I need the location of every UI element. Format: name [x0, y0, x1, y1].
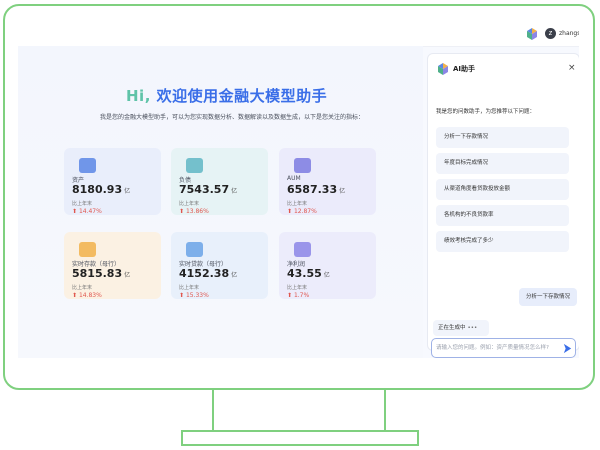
metric-compare-label: 比上年末 [287, 285, 308, 291]
metric-change-value: 1.7% [293, 292, 310, 299]
metric-unit: 亿 [323, 272, 330, 279]
ai-assistant-panel: AI助手 × 我是您的问数助手，为您推荐以下问题： 分析一下存款情况 年度目标完成… [427, 53, 579, 351]
metric-unit: 亿 [231, 188, 238, 195]
loading-dots-icon: ••• [467, 325, 478, 331]
metric-compare-label: 比上年末 [179, 285, 200, 291]
generating-status: 正在生成中 ••• [433, 320, 489, 336]
page-subtitle: 我是您的金融大模型助手，可以为您实现数据分析、数据解读以及数据生成，以下是您关注… [100, 114, 365, 121]
metric-compare-label: 比上年末 [72, 201, 93, 207]
chat-header: AI助手 × [428, 54, 579, 82]
metric-unit: 亿 [231, 272, 238, 279]
metric-compare-label: 比上年末 [287, 201, 308, 207]
suggested-question[interactable]: 分析一下存款情况 [436, 127, 569, 148]
greeting-hi: Hi, [126, 87, 151, 105]
user-avatar[interactable]: z [545, 28, 556, 39]
chat-intro: 我是您的问数助手，为您推荐以下问题： [436, 109, 536, 115]
metric-card[interactable]: 负债 7543.57 亿比上年末 ⬆ 13.86% [171, 148, 268, 215]
metric-change-value: 14.47% [78, 208, 102, 215]
metric-value: 8180.93 亿 [72, 183, 130, 196]
metric-unit: 亿 [124, 272, 131, 279]
metric-value: 5815.83 亿 [72, 267, 130, 280]
metric-number: 8180.93 [72, 183, 123, 196]
metric-change: ⬆ 13.86% [179, 208, 209, 215]
app-screen: z zhangsan Hi, 欢迎使用金融大模型助手 我是您的金融大模型助手，可… [18, 20, 579, 358]
metric-change-value: 15.33% [185, 292, 209, 299]
metric-change-value: 14.83% [78, 292, 102, 299]
suggested-question[interactable]: 年度目标完成情况 [436, 153, 569, 174]
metric-number: 5815.83 [72, 267, 123, 280]
shield-icon [294, 158, 311, 173]
chat-title: AI助手 [453, 65, 476, 73]
metric-number: 43.55 [287, 267, 322, 280]
send-icon[interactable] [562, 343, 573, 354]
metric-change: ⬆ 14.47% [72, 208, 102, 215]
metric-card[interactable]: AUM 6587.33 亿比上年末 ⬆ 12.87% [279, 148, 376, 215]
up-arrow-icon: ⬆ [179, 292, 186, 299]
generating-label: 正在生成中 [438, 325, 466, 331]
lock-icon [294, 242, 311, 257]
metric-compare-label: 比上年末 [179, 201, 200, 207]
wallet-icon [79, 158, 96, 173]
metric-card[interactable]: 实时存款（母行） 5815.83 亿比上年末 ⬆ 14.83% [64, 232, 161, 299]
up-arrow-icon: ⬆ [287, 292, 294, 299]
assistant-logo-icon [438, 63, 448, 75]
metric-change: ⬆ 1.7% [287, 292, 309, 299]
metric-change: ⬆ 15.33% [179, 292, 209, 299]
up-arrow-icon: ⬆ [179, 208, 186, 215]
user-message-bubble: 分析一下存款情况 [519, 288, 577, 306]
username-label[interactable]: zhangsan [559, 28, 579, 39]
metric-unit: 亿 [339, 188, 346, 195]
monitor-frame: z zhangsan Hi, 欢迎使用金融大模型助手 我是您的金融大模型助手，可… [3, 4, 595, 390]
metric-change-value: 12.87% [293, 208, 317, 215]
metric-value: 7543.57 亿 [179, 183, 237, 196]
suggested-question[interactable]: 各机构的不良贷款率 [436, 205, 569, 226]
monitor-stand-base [181, 430, 419, 446]
metric-value: 6587.33 亿 [287, 183, 345, 196]
metric-number: 6587.33 [287, 183, 338, 196]
metric-change: ⬆ 12.87% [287, 208, 317, 215]
bar-chart-icon [186, 242, 203, 257]
up-arrow-icon: ⬆ [72, 292, 79, 299]
up-arrow-icon: ⬆ [72, 208, 79, 215]
metric-number: 7543.57 [179, 183, 230, 196]
metric-change: ⬆ 14.83% [72, 292, 102, 299]
suggested-question[interactable]: 从渠道角度看贷款投放金额 [436, 179, 569, 200]
metric-value: 43.55 亿 [287, 267, 330, 280]
monitor-stand-neck [212, 389, 386, 432]
metric-name: AUM [287, 175, 301, 182]
metric-card[interactable]: 净利润 43.55 亿比上年末 ⬆ 1.7% [279, 232, 376, 299]
top-bar: z zhangsan [18, 20, 579, 47]
chat-input-box [431, 338, 576, 358]
page-title: Hi, 欢迎使用金融大模型助手 [126, 85, 327, 106]
up-arrow-icon: ⬆ [287, 208, 294, 215]
greeting-text: 欢迎使用金融大模型助手 [150, 87, 328, 105]
metric-value: 4152.38 亿 [179, 267, 237, 280]
metric-unit: 亿 [124, 188, 131, 195]
metric-card[interactable]: 实时贷款（母行） 4152.38 亿比上年末 ⬆ 15.33% [171, 232, 268, 299]
metric-compare-label: 比上年末 [72, 285, 93, 291]
coin-icon [79, 242, 96, 257]
ledger-icon [186, 158, 203, 173]
dashboard-main: Hi, 欢迎使用金融大模型助手 我是您的金融大模型助手，可以为您实现数据分析、数… [18, 46, 423, 358]
metric-change-value: 13.86% [185, 208, 209, 215]
metric-card[interactable]: 资产 8180.93 亿比上年末 ⬆ 14.47% [64, 148, 161, 215]
suggested-question[interactable]: 绩效考核完成了多少 [436, 231, 569, 252]
metric-number: 4152.38 [179, 267, 230, 280]
chat-input[interactable] [436, 342, 558, 354]
close-icon[interactable]: × [568, 62, 576, 74]
app-logo-icon [527, 28, 537, 40]
